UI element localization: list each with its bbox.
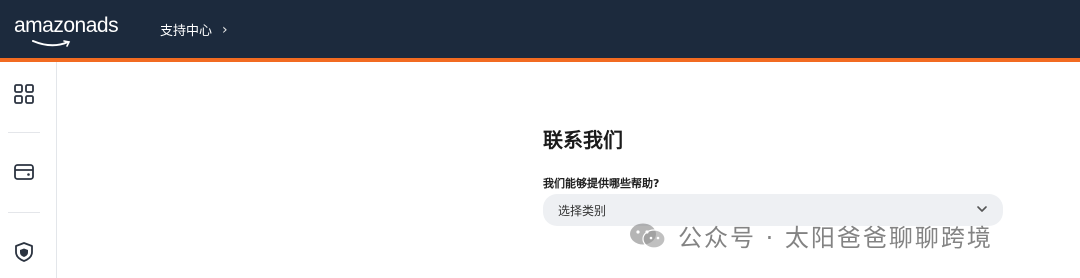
page-title: 联系我们 xyxy=(543,128,623,152)
amazonads-logo[interactable]: amazonads xyxy=(14,14,119,47)
sidebar-item-dashboard[interactable] xyxy=(0,72,48,116)
logo-text: amazonads xyxy=(14,14,119,37)
watermark-text: 公众号 · 太阳爸爸聊聊跨境 xyxy=(678,224,993,252)
wallet-icon xyxy=(14,164,34,180)
breadcrumb-support-center[interactable]: 支持中心 xyxy=(160,20,212,39)
dashboard-grid-icon xyxy=(14,84,34,104)
chevron-down-icon xyxy=(977,206,987,212)
help-question-label: 我们能够提供哪些帮助? xyxy=(543,177,660,190)
sidebar-divider xyxy=(8,132,40,133)
watermark: 公众号 · 太阳爸爸聊聊跨境 xyxy=(628,218,993,253)
amazon-smile-icon xyxy=(32,40,71,47)
chevron-right-icon: › xyxy=(222,21,228,38)
sidebar xyxy=(0,62,57,278)
category-select-value: 选择类别 xyxy=(558,203,607,218)
sidebar-divider xyxy=(8,212,40,213)
wechat-logo-icon xyxy=(630,223,666,249)
sidebar-item-security[interactable] xyxy=(0,230,48,274)
sidebar-item-billing[interactable] xyxy=(0,150,48,194)
breadcrumb[interactable]: 支持中心 › xyxy=(160,20,228,40)
shield-icon xyxy=(15,242,33,262)
top-nav-bar: amazonads 支持中心 › xyxy=(0,0,1080,58)
header-accent-line xyxy=(0,58,1080,62)
